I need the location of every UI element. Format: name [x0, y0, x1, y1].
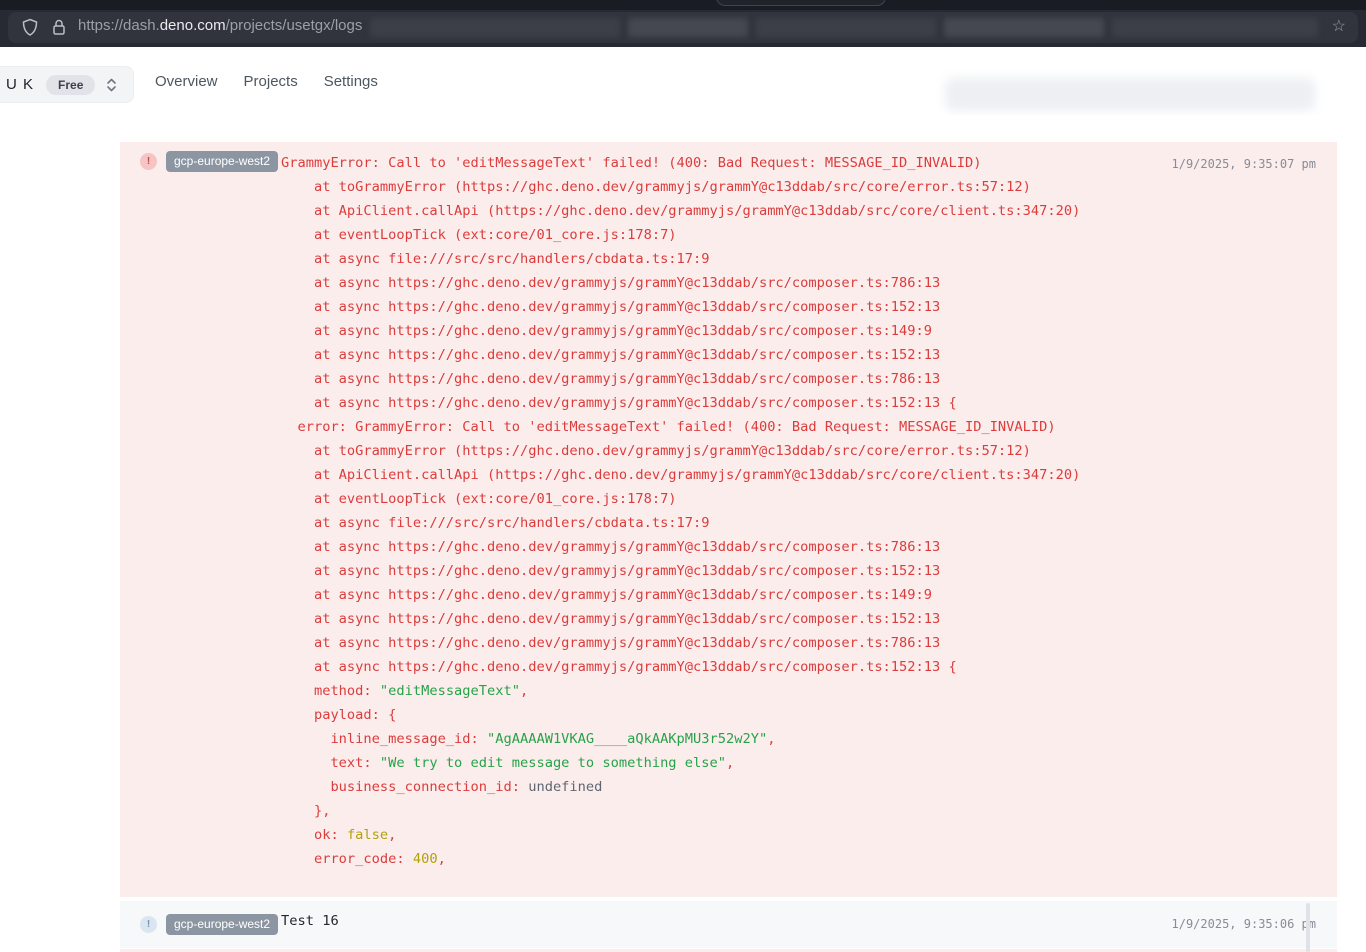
url-scheme: https://dash.	[78, 17, 160, 34]
header-nav: Overview Projects Settings	[155, 47, 378, 115]
region-badge: gcp-europe-west2	[166, 151, 278, 172]
plan-badge: Free	[46, 75, 95, 95]
shield-icon[interactable]	[21, 18, 39, 42]
log-line: at async https://ghc.deno.dev/grammyjs/g…	[281, 295, 1337, 319]
log-panel: ! gcp-europe-west2 1/9/2025, 9:35:07 pm …	[120, 115, 1337, 952]
nav-overview[interactable]: Overview	[155, 73, 218, 90]
log-line: at eventLoopTick (ext:core/01_core.js:17…	[281, 487, 1337, 511]
log-entry-error[interactable]: ! gcp-europe-west2 1/9/2025, 9:35:07 pm …	[120, 142, 1337, 897]
log-line: },	[281, 799, 1337, 823]
region-badge: gcp-europe-west2	[166, 914, 278, 935]
url-redacted-segment	[628, 18, 748, 37]
log-line: text: "We try to edit message to somethi…	[281, 751, 1337, 775]
log-line: at async https://ghc.deno.dev/grammyjs/g…	[281, 607, 1337, 631]
log-line: at async file:///src/src/handlers/cbdata…	[281, 511, 1337, 535]
log-line: at toGrammyError (https://ghc.deno.dev/g…	[281, 175, 1337, 199]
dashboard-header: U K Free Overview Projects Settings	[0, 47, 1366, 115]
url-path: /projects/usetgx/logs	[226, 17, 363, 34]
log-line: business_connection_id: undefined	[281, 775, 1337, 799]
log-line: error: GrammyError: Call to 'editMessage…	[281, 415, 1337, 439]
log-message: Test 16	[281, 913, 339, 929]
log-entry-info[interactable]: ! gcp-europe-west2 Test 16 1/9/2025, 9:3…	[120, 901, 1337, 948]
address-bar[interactable]: https://dash.deno.com/projects/usetgx/lo…	[8, 12, 1358, 43]
error-level-icon: !	[140, 153, 157, 170]
url-redacted-segment	[370, 18, 620, 37]
log-line: at async https://ghc.deno.dev/grammyjs/g…	[281, 535, 1337, 559]
browser-tab-strip	[0, 0, 1366, 10]
log-line: inline_message_id: "AgAAAAW1VKAG____aQkA…	[281, 727, 1337, 751]
url-redacted-segment	[944, 18, 1104, 37]
log-line: at async https://ghc.deno.dev/grammyjs/g…	[281, 343, 1337, 367]
chevron-updown-icon	[105, 77, 118, 93]
log-line: at async file:///src/src/handlers/cbdata…	[281, 247, 1337, 271]
log-line: method: "editMessageText",	[281, 679, 1337, 703]
log-line: at async https://ghc.deno.dev/grammyjs/g…	[281, 367, 1337, 391]
url-redacted-segment	[1112, 18, 1318, 37]
header-redacted-area	[945, 78, 1315, 111]
log-line: at async https://ghc.deno.dev/grammyjs/g…	[281, 559, 1337, 583]
info-level-icon: !	[140, 916, 157, 933]
error-log-lines: GrammyError: Call to 'editMessageText' f…	[281, 151, 1337, 871]
scrollbar-thumb[interactable]	[1306, 903, 1310, 952]
log-line: ok: false,	[281, 823, 1337, 847]
log-line: at async https://ghc.deno.dev/grammyjs/g…	[281, 631, 1337, 655]
nav-settings[interactable]: Settings	[324, 73, 378, 90]
log-line: at async https://ghc.deno.dev/grammyjs/g…	[281, 391, 1337, 415]
log-line: at ApiClient.callApi (https://ghc.deno.d…	[281, 199, 1337, 223]
log-timestamp: 1/9/2025, 9:35:07 pm	[1172, 157, 1317, 171]
log-line: at toGrammyError (https://ghc.deno.dev/g…	[281, 439, 1337, 463]
browser-chrome: https://dash.deno.com/projects/usetgx/lo…	[0, 0, 1366, 47]
log-line: at eventLoopTick (ext:core/01_core.js:17…	[281, 223, 1337, 247]
log-line: error_code: 400,	[281, 847, 1337, 871]
account-switcher[interactable]: U K Free	[0, 66, 134, 103]
log-line: at async https://ghc.deno.dev/grammyjs/g…	[281, 271, 1337, 295]
log-line: at ApiClient.callApi (https://ghc.deno.d…	[281, 463, 1337, 487]
nav-projects[interactable]: Projects	[244, 73, 298, 90]
url-text[interactable]: https://dash.deno.com/projects/usetgx/lo…	[78, 17, 362, 34]
log-line: at async https://ghc.deno.dev/grammyjs/g…	[281, 319, 1337, 343]
log-timestamp: 1/9/2025, 9:35:06 pm	[1172, 917, 1317, 931]
bookmark-star-icon[interactable]: ☆	[1332, 16, 1346, 36]
browser-active-tab[interactable]	[716, 0, 886, 6]
log-line: at async https://ghc.deno.dev/grammyjs/g…	[281, 583, 1337, 607]
url-redacted-segment	[756, 18, 936, 37]
lock-icon[interactable]	[50, 18, 68, 42]
log-line: payload: {	[281, 703, 1337, 727]
account-name: U K	[6, 76, 34, 93]
url-domain: deno.com	[160, 17, 226, 34]
log-line: at async https://ghc.deno.dev/grammyjs/g…	[281, 655, 1337, 679]
